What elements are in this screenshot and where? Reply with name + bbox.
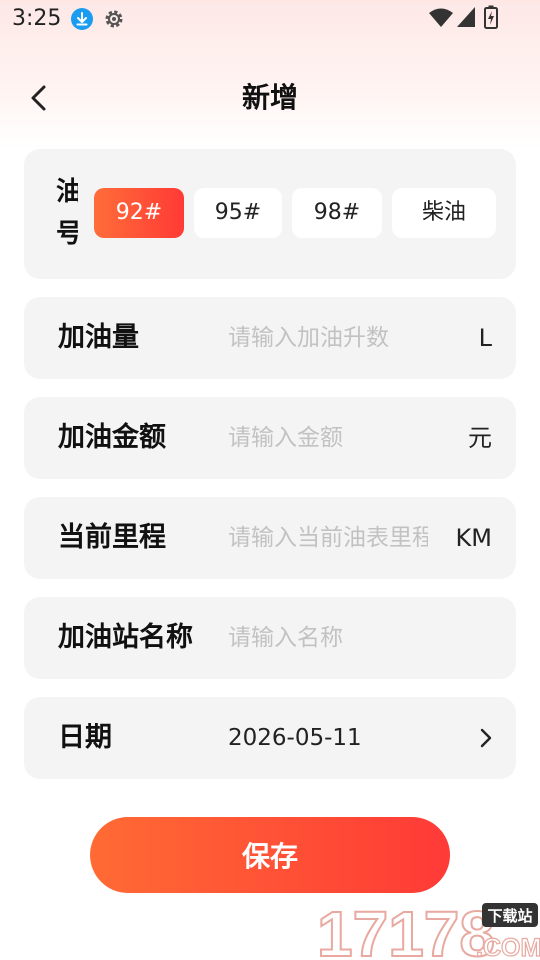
mileage-label: 当前里程 [58, 522, 166, 553]
watermark-number: 17178 [317, 898, 495, 960]
amount-input[interactable] [228, 418, 428, 458]
volume-unit: L [478, 324, 492, 352]
status-time: 3:25 [12, 6, 62, 31]
station-label: 加油站名称 [58, 622, 193, 653]
fuel-option-diesel[interactable]: 柴油 [392, 188, 496, 238]
fuel-type-label: 油号 [56, 177, 78, 249]
header: 新增 [0, 68, 540, 128]
watermark-suffix: .COM [476, 934, 540, 960]
status-bar: 3:25 [0, 0, 540, 38]
gear-icon [105, 10, 123, 28]
save-button[interactable]: 保存 [90, 817, 450, 893]
mileage-input[interactable] [228, 518, 428, 558]
page-title: 新增 [241, 81, 298, 114]
battery-charging-icon [484, 5, 498, 29]
volume-label: 加油量 [58, 322, 139, 353]
download-icon [71, 8, 93, 30]
amount-label: 加油金额 [58, 422, 166, 453]
station-row: 加油站名称 [24, 597, 516, 679]
fuel-option-92[interactable]: 92# [94, 188, 184, 238]
volume-row: 加油量 L [24, 297, 516, 379]
fuel-option-95[interactable]: 95# [194, 188, 282, 238]
date-label: 日期 [58, 722, 112, 753]
volume-input[interactable] [228, 318, 428, 358]
signal-icon [457, 7, 475, 27]
station-input[interactable] [228, 618, 468, 658]
fuel-option-98[interactable]: 98# [292, 188, 382, 238]
amount-unit: 元 [468, 424, 492, 452]
fuel-type-card: 油号 92# 95# 98# 柴油 [24, 149, 516, 279]
mileage-unit: KM [455, 524, 492, 552]
chevron-right-icon [480, 728, 492, 748]
amount-row: 加油金额 元 [24, 397, 516, 479]
mileage-row: 当前里程 KM [24, 497, 516, 579]
site-watermark: 17178 下载站 .COM [316, 898, 540, 960]
date-value: 2026-05-11 [228, 725, 362, 751]
watermark-badge: 下载站 [487, 907, 532, 925]
date-row[interactable]: 日期 2026-05-11 [24, 697, 516, 779]
chevron-left-icon[interactable] [20, 78, 60, 118]
wifi-icon [429, 8, 453, 27]
